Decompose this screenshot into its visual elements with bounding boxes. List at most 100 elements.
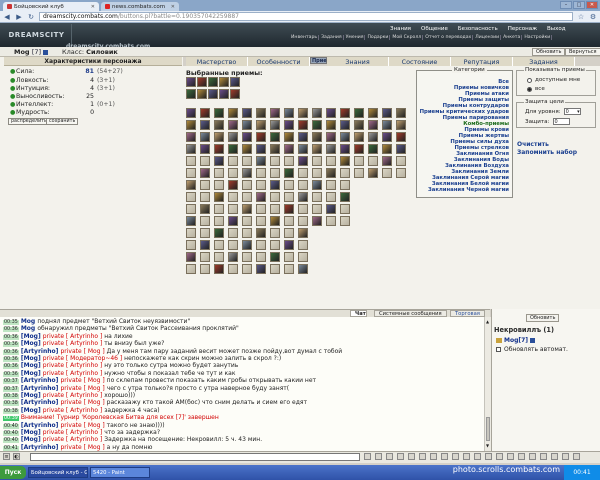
technique-icon[interactable] (382, 168, 392, 178)
technique-icon[interactable] (186, 132, 196, 142)
technique-icon[interactable] (270, 120, 280, 130)
message-private-target[interactable]: private [ Artyrinho ] (43, 340, 104, 347)
technique-icon[interactable] (256, 144, 266, 154)
technique-icon[interactable] (214, 240, 224, 250)
technique-icon[interactable] (214, 156, 224, 166)
technique-icon[interactable] (382, 108, 392, 118)
technique-icon[interactable] (312, 144, 322, 154)
technique-icon[interactable] (368, 120, 378, 130)
technique-icon[interactable] (312, 192, 322, 202)
location-update-button[interactable]: Обновить (526, 314, 560, 322)
technique-icon[interactable] (219, 89, 229, 99)
technique-icon[interactable] (312, 216, 322, 226)
technique-icon[interactable] (270, 132, 280, 142)
technique-icon[interactable] (200, 204, 210, 214)
technique-icon[interactable] (256, 252, 266, 262)
technique-icon[interactable] (298, 228, 308, 238)
tab-features[interactable]: Особенности (248, 57, 310, 66)
subnav-item[interactable]: Мой Скролл (391, 35, 424, 40)
technique-icon[interactable] (326, 216, 336, 226)
technique-icon[interactable] (340, 204, 350, 214)
technique-icon[interactable] (326, 156, 336, 166)
tab-system-messages[interactable]: Системные сообщения (374, 310, 447, 317)
message-nick[interactable]: [Mog] (21, 407, 43, 414)
technique-icon[interactable] (186, 180, 196, 190)
chat-toolbar-icon[interactable] (529, 453, 536, 460)
technique-icon[interactable] (186, 89, 196, 99)
chat-toolbar-icon[interactable] (452, 453, 459, 460)
technique-icon[interactable] (200, 132, 210, 142)
technique-icon[interactable] (256, 108, 266, 118)
technique-icon[interactable] (214, 144, 224, 154)
technique-icon[interactable] (284, 108, 294, 118)
back-button[interactable]: Вернуться (565, 48, 600, 56)
back-arrow-icon[interactable]: ◀ (3, 13, 11, 21)
topnav-item[interactable]: Выход (547, 26, 566, 32)
technique-icon[interactable] (256, 156, 266, 166)
tab-techniques[interactable]: Приемы (310, 57, 335, 64)
scroll-thumb[interactable] (486, 417, 490, 441)
technique-icon[interactable] (270, 264, 280, 274)
technique-icon[interactable] (298, 180, 308, 190)
subnav-item[interactable]: Настройки (523, 35, 553, 40)
scroll-down-icon[interactable]: ▼ (486, 443, 490, 448)
subnav-item[interactable]: Отчет о переводах (424, 35, 474, 40)
technique-icon[interactable] (200, 120, 210, 130)
taskbar-item-browser[interactable]: Бойцовский клуб - G... (28, 467, 88, 478)
technique-icon[interactable] (242, 240, 252, 250)
technique-icon[interactable] (396, 156, 406, 166)
topnav-item[interactable]: Безопасность (458, 26, 498, 32)
scroll-up-icon[interactable]: ▲ (486, 319, 490, 324)
technique-icon[interactable] (340, 168, 350, 178)
technique-icon[interactable] (214, 168, 224, 178)
message-private-target[interactable]: private [ Artyrinho ] (43, 429, 104, 436)
technique-icon[interactable] (298, 108, 308, 118)
technique-icon[interactable] (256, 216, 266, 226)
technique-icon[interactable] (270, 216, 280, 226)
technique-icon[interactable] (354, 132, 364, 142)
message-nick[interactable]: [Mog] (21, 436, 43, 443)
technique-icon[interactable] (298, 192, 308, 202)
message-private-target[interactable]: private [ Mog ] (60, 377, 106, 384)
chat-toolbar-icon[interactable] (562, 453, 569, 460)
browser-tab-1[interactable]: Бойцовский клуб ✕ (3, 2, 99, 11)
technique-icon[interactable] (214, 132, 224, 142)
technique-icon[interactable] (186, 216, 196, 226)
message-private-target[interactable]: private [ Artyrinho ] (43, 436, 104, 443)
chat-toolbar-icon[interactable] (441, 453, 448, 460)
technique-icon[interactable] (242, 252, 252, 262)
technique-icon[interactable] (242, 168, 252, 178)
technique-icon[interactable] (270, 180, 280, 190)
tab-knowledge[interactable]: Знания (327, 57, 389, 66)
technique-icon[interactable] (368, 144, 378, 154)
technique-icon[interactable] (228, 240, 238, 250)
radio-all[interactable]: все (527, 86, 545, 92)
technique-icon[interactable] (298, 252, 308, 262)
technique-icon[interactable] (256, 192, 266, 202)
tab-trade[interactable]: Торговая (450, 310, 485, 317)
technique-icon[interactable] (298, 156, 308, 166)
technique-icon[interactable] (200, 240, 210, 250)
technique-icon[interactable] (354, 144, 364, 154)
technique-icon[interactable] (186, 144, 196, 154)
star-icon[interactable]: ☆ (577, 13, 585, 21)
category-item[interactable]: Заклинания Черной магии (416, 187, 512, 193)
technique-icon[interactable] (396, 108, 406, 118)
subnav-item[interactable]: Задания (320, 35, 344, 40)
technique-icon[interactable] (200, 252, 210, 262)
technique-icon[interactable] (312, 180, 322, 190)
taskbar-item-paint[interactable]: 5420 - Paint (90, 467, 150, 478)
technique-icon[interactable] (340, 156, 350, 166)
technique-icon[interactable] (242, 204, 252, 214)
technique-icon[interactable] (200, 156, 210, 166)
technique-icon[interactable] (208, 89, 218, 99)
message-nick[interactable]: [Mog] (21, 355, 43, 362)
message-nick[interactable]: [Artyrinho] (21, 444, 61, 451)
clear-link[interactable]: Очистить (517, 141, 549, 148)
technique-icon[interactable] (284, 228, 294, 238)
technique-icon[interactable] (326, 132, 336, 142)
technique-icon[interactable] (242, 120, 252, 130)
message-nick[interactable]: [Mog] (21, 362, 43, 369)
update-button[interactable]: Обновить (532, 48, 566, 56)
technique-icon[interactable] (228, 156, 238, 166)
